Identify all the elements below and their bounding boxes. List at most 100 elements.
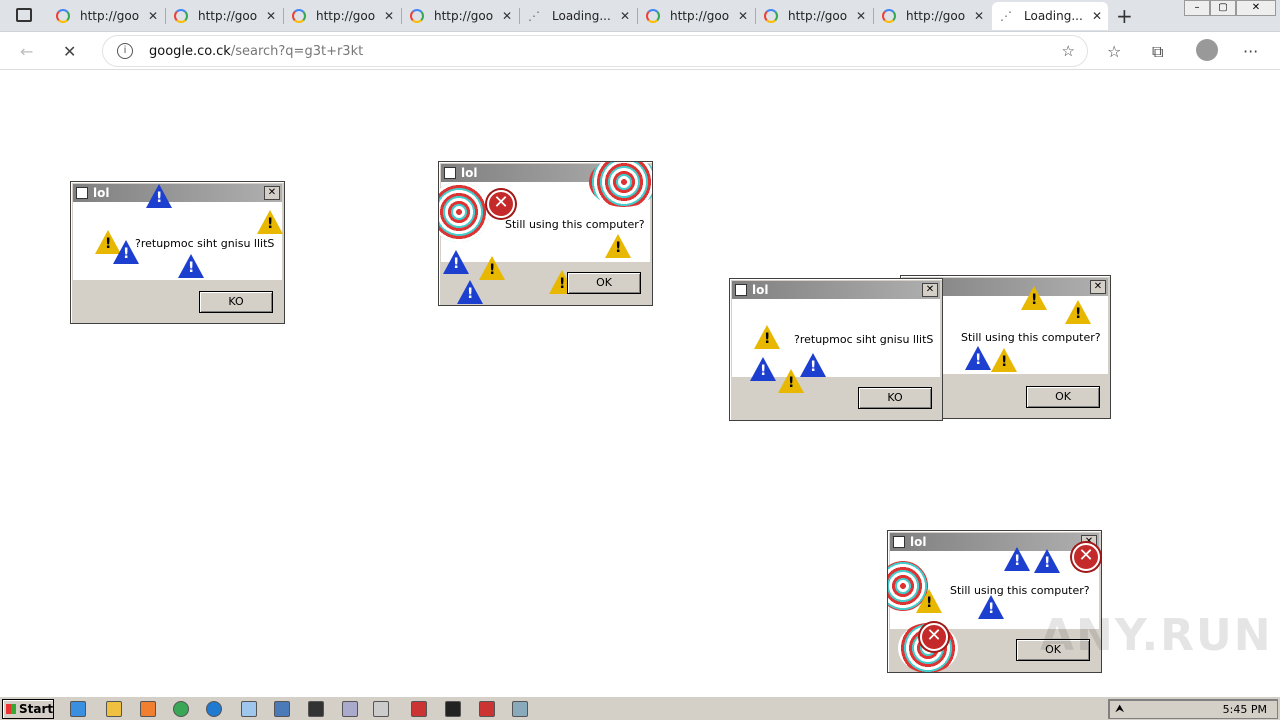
browser-toolbar: ← ✕ i google.co.ck/search?q=g3t+r3kt ☆ ☆… <box>0 32 1280 70</box>
tray-expand-icon[interactable]: ⮝ <box>1115 702 1124 716</box>
dialog-message: Still using this computer? <box>950 584 1090 597</box>
address-url: google.co.ck/search?q=g3t+r3kt <box>149 44 363 59</box>
stop-loading-button[interactable]: ✕ <box>63 42 76 61</box>
tab-title: http://goo <box>80 9 140 23</box>
app-icon[interactable] <box>512 701 528 717</box>
start-button[interactable]: Start <box>2 699 54 719</box>
tab-close-button[interactable]: ✕ <box>856 9 866 23</box>
tab-title: http://goo <box>906 9 966 23</box>
notepad-icon[interactable] <box>241 701 257 717</box>
collections-icon[interactable]: ⧉ <box>1152 42 1163 62</box>
tab-separator <box>519 8 520 24</box>
browser-tab[interactable]: http://goo ✕ <box>48 2 164 30</box>
warning-icon <box>1004 547 1030 571</box>
browser-tab[interactable]: ⋰ Loading... ✕ <box>520 2 636 30</box>
google-icon <box>174 9 188 23</box>
computer-icon[interactable] <box>274 701 290 717</box>
tab-close-button[interactable]: ✕ <box>384 9 394 23</box>
warning-icon <box>991 348 1017 372</box>
tab-title: Loading... <box>552 9 611 23</box>
google-icon <box>292 9 306 23</box>
browser-tab[interactable]: http://goo ✕ <box>756 2 872 30</box>
add-favorite-icon[interactable]: ☆ <box>1062 42 1075 60</box>
favorites-icon[interactable]: ☆ <box>1107 42 1121 61</box>
browser-tab[interactable]: http://goo ✕ <box>638 2 754 30</box>
tab-close-button[interactable]: ✕ <box>266 9 276 23</box>
browser-tab[interactable]: http://goo ✕ <box>284 2 400 30</box>
media-player-icon[interactable] <box>140 701 156 717</box>
warning-icon <box>1034 549 1060 573</box>
edge-icon[interactable] <box>206 701 222 717</box>
clock: 5:45 PM <box>1222 703 1267 716</box>
address-bar[interactable]: i google.co.ck/search?q=g3t+r3kt ☆ <box>102 35 1088 67</box>
warning-icon <box>1065 300 1091 324</box>
dialog-titlebar: lol✕ <box>890 533 1099 551</box>
app-icon[interactable] <box>479 701 495 717</box>
warning-icon <box>257 210 283 234</box>
dialog-message: ?retupmoc siht gnisu llitS <box>135 237 275 250</box>
tab-separator <box>401 8 402 24</box>
warning-icon <box>978 595 1004 619</box>
back-button[interactable]: ← <box>20 42 33 61</box>
restore-button[interactable]: ▢ <box>1210 0 1236 16</box>
tab-close-button[interactable]: ✕ <box>148 9 158 23</box>
terminal-icon[interactable] <box>308 701 324 717</box>
warning-icon <box>443 250 469 274</box>
tab-separator <box>165 8 166 24</box>
cmd-icon[interactable] <box>445 701 461 717</box>
tab-close-button[interactable]: ✕ <box>1092 9 1102 23</box>
error-icon: ✕ <box>487 190 515 218</box>
browser-tab[interactable]: http://goo ✕ <box>166 2 282 30</box>
close-window-button[interactable]: ✕ <box>1236 0 1276 16</box>
error-icon: ✕ <box>1072 543 1100 571</box>
warning-icon <box>178 254 204 278</box>
dialog-close-button[interactable]: ✕ <box>264 186 280 200</box>
dialog-message: Still using this computer? <box>505 218 645 231</box>
dialog-button[interactable]: OK <box>567 272 641 294</box>
google-icon <box>764 9 778 23</box>
dialog-message: ?retupmoc siht gnisu llitS <box>794 333 934 346</box>
app-icon <box>735 284 747 296</box>
more-menu-icon[interactable]: ··· <box>1243 42 1258 61</box>
browser-tab[interactable]: ⋰ Loading... ✕ <box>992 2 1108 30</box>
tab-close-button[interactable]: ✕ <box>738 9 748 23</box>
browser-tab[interactable]: http://goo ✕ <box>874 2 990 30</box>
chrome-icon[interactable] <box>173 701 189 717</box>
folder-icon[interactable] <box>106 701 122 717</box>
warning-icon <box>800 353 826 377</box>
tab-bar: http://goo ✕ http://goo ✕ http://goo ✕ http://… <box>0 0 1280 32</box>
dialog-button[interactable]: KO <box>199 291 273 313</box>
warning-icon <box>750 357 776 381</box>
profile-avatar[interactable] <box>1196 39 1218 61</box>
warning-icon <box>479 256 505 280</box>
tab-actions-icon[interactable] <box>16 8 32 22</box>
google-icon <box>882 9 896 23</box>
app-icon[interactable] <box>411 701 427 717</box>
tab-title: http://goo <box>316 9 376 23</box>
dialog-window: lol ✕ ?retupmoc siht gnisu llitS KO <box>729 278 943 421</box>
google-icon <box>410 9 424 23</box>
calculator-icon[interactable] <box>342 701 358 717</box>
app-icon[interactable] <box>373 701 389 717</box>
info-icon[interactable]: i <box>117 43 133 59</box>
tab-title: Loading... <box>1024 9 1083 23</box>
tab-close-button[interactable]: ✕ <box>620 9 630 23</box>
warning-icon <box>605 234 631 258</box>
browser-tab[interactable]: http://goo ✕ <box>402 2 518 30</box>
dialog-button[interactable]: OK <box>1026 386 1100 408</box>
dialog-close-button[interactable]: ✕ <box>1090 280 1106 294</box>
new-tab-button[interactable]: + <box>1116 4 1133 28</box>
dialog-message: Still using this computer? <box>961 331 1101 344</box>
warning-icon <box>965 346 991 370</box>
tab-close-button[interactable]: ✕ <box>974 9 984 23</box>
dialog-window: lol ✕ ?retupmoc siht gnisu llitS KO <box>70 181 285 324</box>
minimize-button[interactable]: – <box>1184 0 1210 16</box>
ie-icon[interactable] <box>70 701 86 717</box>
google-icon <box>646 9 660 23</box>
dialog-close-button[interactable]: ✕ <box>922 283 938 297</box>
tab-close-button[interactable]: ✕ <box>502 9 512 23</box>
dialog-window: lol✕ ✕ Still using this computer? OK <box>438 161 653 306</box>
warning-icon <box>916 589 942 613</box>
dialog-button[interactable]: KO <box>858 387 932 409</box>
tab-separator <box>637 8 638 24</box>
